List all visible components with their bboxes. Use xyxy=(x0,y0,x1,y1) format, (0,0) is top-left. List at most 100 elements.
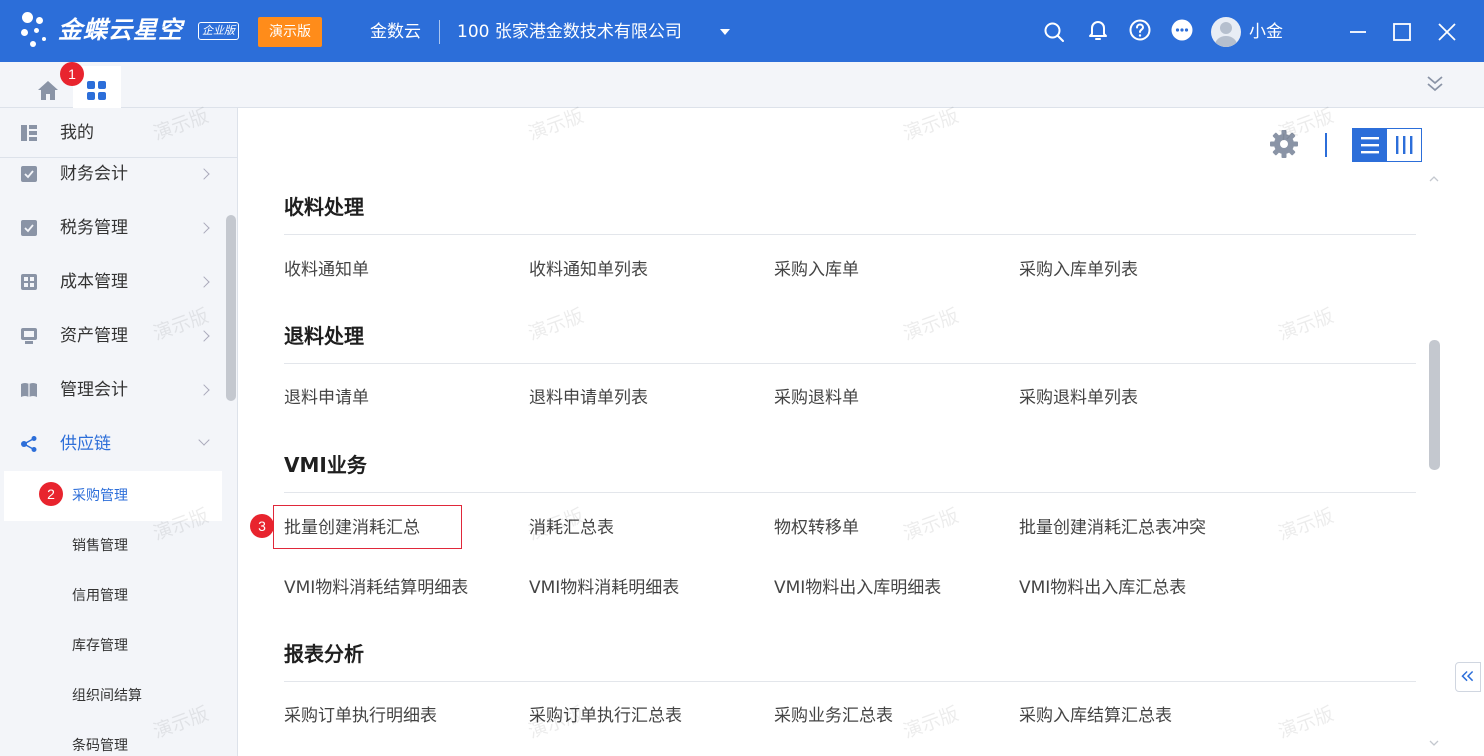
menu-link[interactable]: 采购退料单列表 xyxy=(1019,387,1138,409)
help-icon[interactable] xyxy=(1128,18,1152,42)
menu-link[interactable]: VMI物料消耗明细表 xyxy=(529,577,679,599)
scroll-down-icon[interactable] xyxy=(1427,738,1441,748)
sidebar-subitem-label: 库存管理 xyxy=(72,638,128,654)
menu-link[interactable]: 消耗汇总表 xyxy=(529,517,614,539)
sidebar-item-label: 供应链 xyxy=(60,434,111,454)
menu-link[interactable]: VMI物料出入库汇总表 xyxy=(1019,577,1186,599)
sidebar-item-label: 资产管理 xyxy=(60,326,128,346)
section-title: 收料处理 xyxy=(284,195,364,219)
menu-link[interactable]: 收料通知单 xyxy=(284,259,369,281)
tax-icon xyxy=(21,220,37,236)
divider xyxy=(1325,133,1327,157)
menu-link[interactable]: 采购订单执行汇总表 xyxy=(529,705,682,727)
menu-link[interactable]: 采购退料单 xyxy=(774,387,859,409)
sidebar-item-label: 管理会计 xyxy=(60,380,128,400)
tenant-name[interactable]: 金数云 xyxy=(370,21,421,43)
demo-badge: 演示版 xyxy=(258,17,322,47)
column-view-button[interactable] xyxy=(1387,129,1421,161)
double-chevron-down-icon[interactable] xyxy=(1424,72,1446,94)
favorites-icon xyxy=(21,125,37,141)
sidebar-subitem-label: 信用管理 xyxy=(72,588,128,604)
main-scrollbar-thumb[interactable] xyxy=(1429,340,1440,470)
double-chevron-left-icon xyxy=(1461,670,1474,682)
sidebar-item-tax[interactable]: 税务管理 xyxy=(0,201,222,255)
more-icon[interactable] xyxy=(1170,18,1194,42)
org-selector[interactable]: 100 张家港金数技术有限公司 xyxy=(457,21,682,43)
close-icon[interactable] xyxy=(1435,20,1459,44)
sidebar-subitem-purchase[interactable]: 采购管理 xyxy=(4,471,222,521)
sidebar-item-label: 我的 xyxy=(60,123,94,143)
sidebar-item-management-accounting[interactable]: 管理会计 xyxy=(0,363,222,417)
menu-link[interactable]: 物权转移单 xyxy=(774,517,859,539)
edition-badge: 企业版 xyxy=(198,22,239,40)
columns-icon xyxy=(1396,136,1413,154)
section-title: 退料处理 xyxy=(284,324,364,348)
section-title: 报表分析 xyxy=(284,642,364,666)
chevron-right-icon xyxy=(198,330,210,342)
menu-link[interactable]: 采购订单执行明细表 xyxy=(284,705,437,727)
sidebar-item-label: 税务管理 xyxy=(60,218,128,238)
asset-icon xyxy=(21,328,37,344)
menu-link[interactable]: VMI物料出入库明细表 xyxy=(774,577,941,599)
chevron-right-icon xyxy=(198,168,210,180)
sidebar-scrollbar-thumb[interactable] xyxy=(226,215,236,401)
sidebar-subitem-credit[interactable]: 信用管理 xyxy=(4,571,222,621)
menu-link[interactable]: 退料申请单列表 xyxy=(529,387,648,409)
sidebar-item-cost[interactable]: 成本管理 xyxy=(0,255,222,309)
avatar[interactable] xyxy=(1211,17,1241,47)
menu-link[interactable]: 批量创建消耗汇总表冲突 xyxy=(1019,517,1206,539)
menu-link[interactable]: 采购入库结算汇总表 xyxy=(1019,705,1172,727)
sidebar-subitem-inventory[interactable]: 库存管理 xyxy=(4,621,222,671)
sidebar-scrollbar[interactable] xyxy=(224,108,238,756)
caret-down-icon[interactable] xyxy=(720,29,730,35)
main-panel xyxy=(239,108,1484,756)
username[interactable]: 小金 xyxy=(1249,21,1283,43)
sidebar-subitem-label: 销售管理 xyxy=(72,538,128,554)
divider xyxy=(284,363,1416,364)
tab-strip: 1 xyxy=(0,62,1484,108)
divider xyxy=(284,234,1416,235)
sidebar-item-supply-chain[interactable]: 供应链 xyxy=(0,417,222,471)
supply-chain-icon xyxy=(21,436,37,452)
scroll-up-icon[interactable] xyxy=(1427,174,1441,184)
step-badge-2: 2 xyxy=(39,482,63,506)
menu-link[interactable]: 批量创建消耗汇总 xyxy=(284,517,420,539)
sidebar: 我的 财务会计 税务管理 成本管理 资产管理 管理会计 供应链 采购管理 2 销… xyxy=(0,108,238,756)
top-bar: 金蝶云星空 企业版 演示版 金数云 100 张家港金数技术有限公司 小金 xyxy=(0,0,1484,62)
sidebar-subitem-barcode[interactable]: 条码管理 xyxy=(4,721,222,756)
minimize-icon[interactable] xyxy=(1346,20,1370,44)
sidebar-item-my[interactable]: 我的 xyxy=(0,108,237,158)
sidebar-subitem-label: 条码管理 xyxy=(72,738,128,754)
menu-link[interactable]: 采购业务汇总表 xyxy=(774,705,893,727)
sidebar-subitem-sales[interactable]: 销售管理 xyxy=(4,521,222,571)
sidebar-item-asset[interactable]: 资产管理 xyxy=(0,309,222,363)
search-icon[interactable] xyxy=(1042,20,1066,44)
menu-link[interactable]: VMI物料消耗结算明细表 xyxy=(284,577,468,599)
divider xyxy=(284,492,1416,493)
sidebar-item-label: 成本管理 xyxy=(60,272,128,292)
maximize-icon[interactable] xyxy=(1390,20,1414,44)
sidebar-subitem-label: 采购管理 xyxy=(72,488,128,504)
menu-link[interactable]: 收料通知单列表 xyxy=(529,259,648,281)
list-icon xyxy=(1361,137,1379,154)
sidebar-subitem-inter-org-settlement[interactable]: 组织间结算 xyxy=(4,671,222,721)
sidebar-item-label: 财务会计 xyxy=(60,164,128,184)
divider xyxy=(439,20,440,44)
step-badge-1: 1 xyxy=(60,62,84,86)
menu-link[interactable]: 采购入库单 xyxy=(774,259,859,281)
chevron-right-icon xyxy=(198,384,210,396)
book-icon xyxy=(21,383,37,397)
ledger-icon xyxy=(21,166,37,182)
chevron-down-icon xyxy=(198,434,210,446)
sidebar-item-finance[interactable]: 财务会计 xyxy=(0,158,222,190)
sidebar-subitem-label: 组织间结算 xyxy=(72,688,142,704)
menu-link[interactable]: 退料申请单 xyxy=(284,387,369,409)
list-view-button[interactable] xyxy=(1353,129,1387,161)
chevron-right-icon xyxy=(198,276,210,288)
step-badge-3: 3 xyxy=(250,514,274,538)
gear-icon[interactable] xyxy=(1268,128,1300,160)
expand-panel-button[interactable] xyxy=(1455,662,1481,692)
menu-link[interactable]: 采购入库单列表 xyxy=(1019,259,1138,281)
bell-icon[interactable] xyxy=(1086,18,1110,42)
kingdee-logo-icon xyxy=(20,8,54,54)
